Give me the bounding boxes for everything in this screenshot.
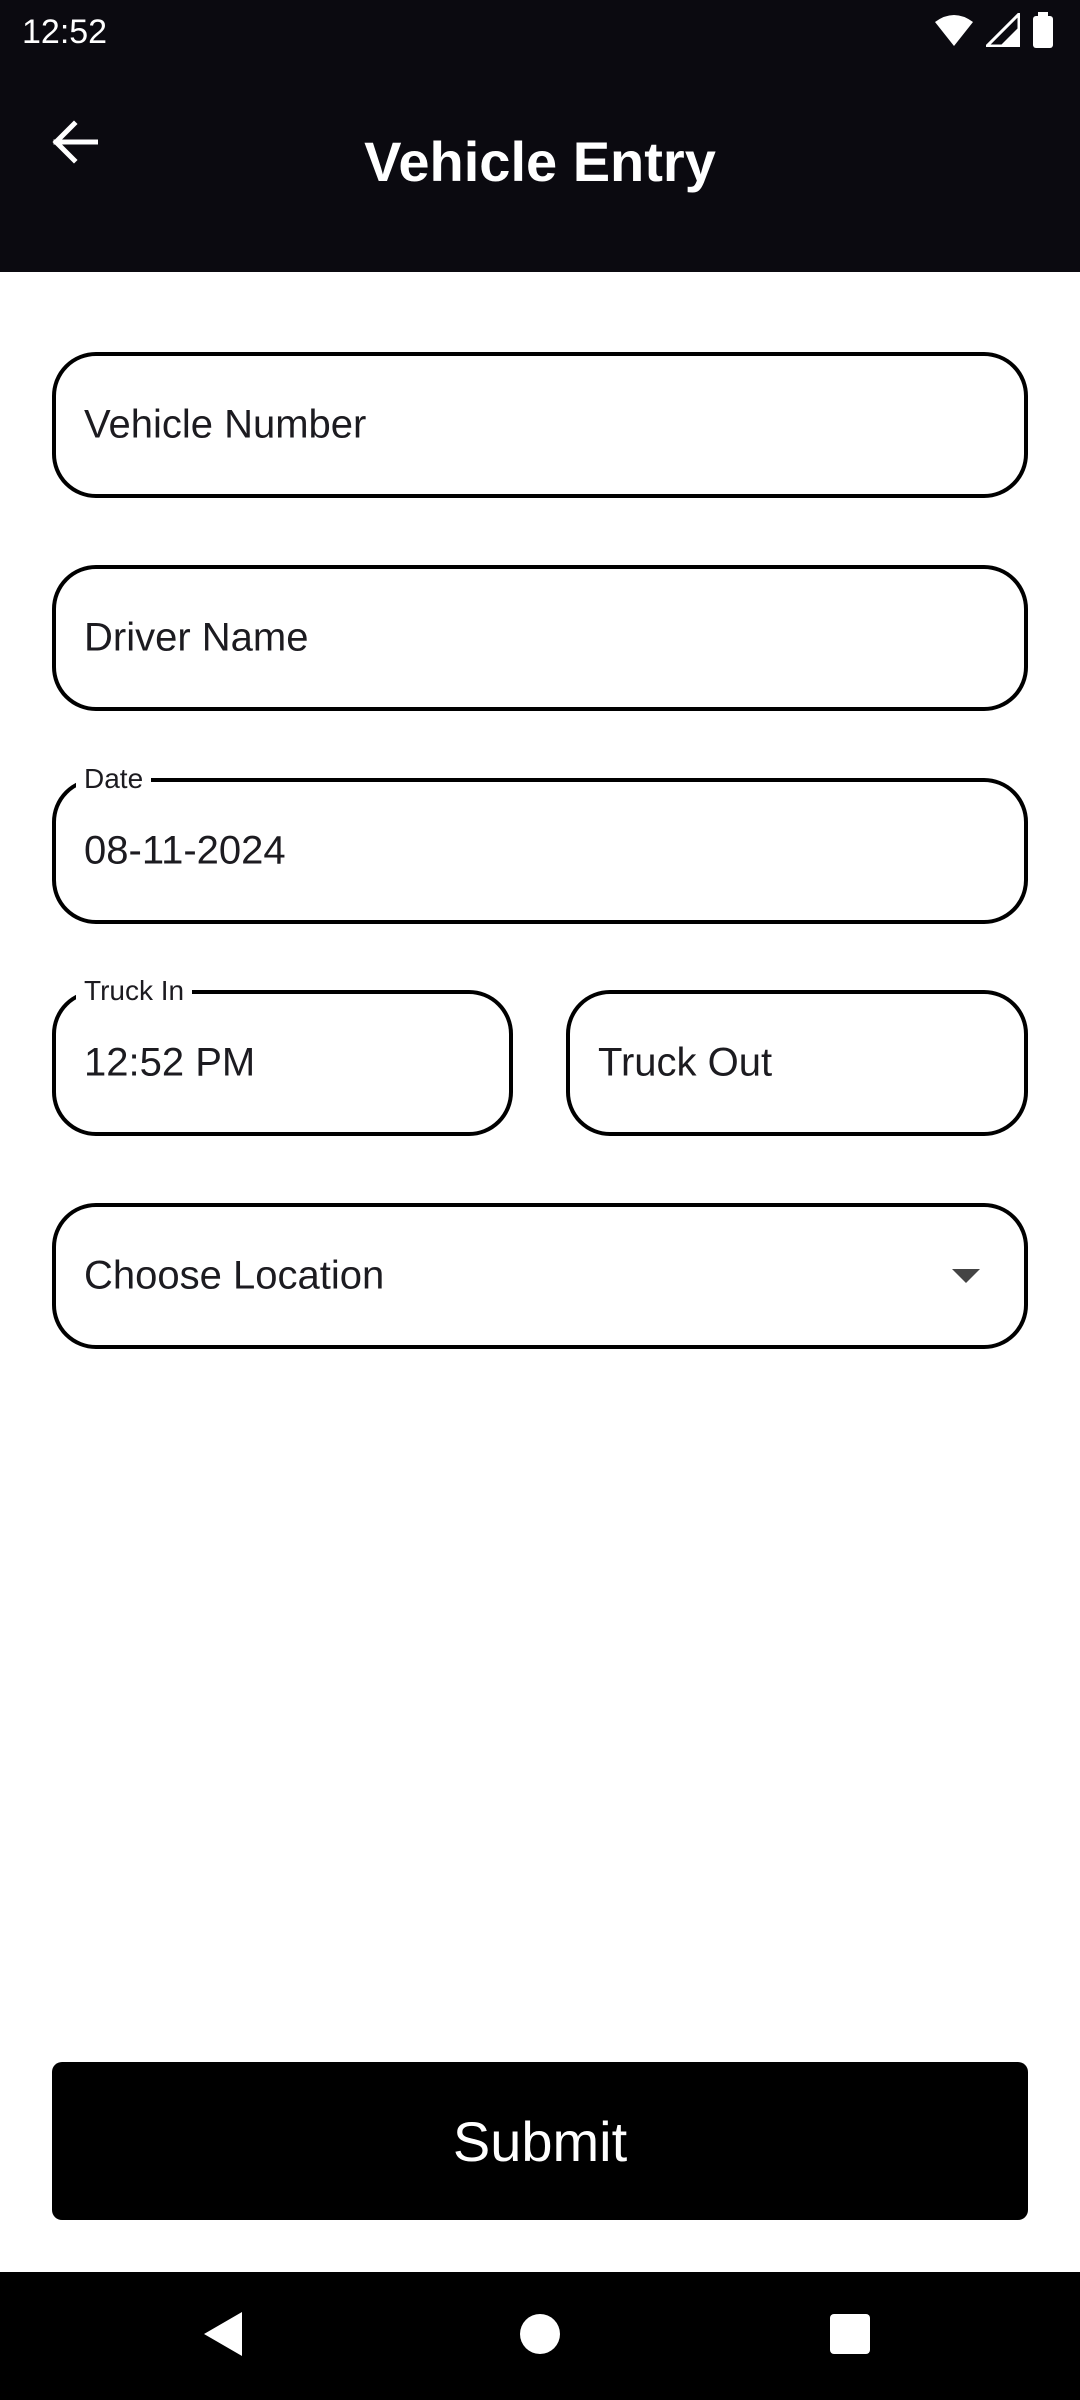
app-bar: Vehicle Entry bbox=[0, 64, 1080, 272]
battery-icon bbox=[1032, 11, 1054, 53]
location-dropdown[interactable]: Choose Location bbox=[52, 1203, 1028, 1349]
status-icons bbox=[934, 9, 1054, 53]
driver-name-placeholder: Driver Name bbox=[84, 615, 309, 660]
signal-icon bbox=[983, 9, 1021, 52]
vehicle-number-placeholder: Vehicle Number bbox=[84, 402, 367, 447]
nav-home-icon[interactable] bbox=[520, 2314, 560, 2354]
date-label: Date bbox=[76, 764, 152, 794]
location-placeholder: Choose Location bbox=[84, 1253, 385, 1298]
nav-back-icon[interactable] bbox=[204, 2312, 242, 2356]
truck-in-field[interactable]: Truck In 12:52 PM bbox=[52, 976, 513, 1136]
truck-out-placeholder: Truck Out bbox=[598, 1040, 773, 1085]
system-nav-bar bbox=[0, 2272, 1080, 2400]
driver-name-field[interactable]: Driver Name bbox=[52, 565, 1028, 711]
status-bar: 12:52 bbox=[0, 0, 1080, 64]
truck-out-field[interactable]: Truck Out bbox=[566, 990, 1028, 1136]
status-time: 12:52 bbox=[22, 13, 108, 51]
vehicle-number-field[interactable]: Vehicle Number bbox=[52, 352, 1028, 498]
nav-recents-icon[interactable] bbox=[830, 2314, 870, 2354]
page-title: Vehicle Entry bbox=[364, 130, 716, 193]
truck-in-value: 12:52 PM bbox=[84, 1040, 256, 1085]
wifi-icon bbox=[934, 13, 974, 52]
date-field[interactable]: Date 08-11-2024 bbox=[52, 764, 1028, 924]
submit-button[interactable]: Submit bbox=[52, 2062, 1028, 2220]
truck-in-label: Truck In bbox=[76, 976, 193, 1006]
date-value: 08-11-2024 bbox=[84, 828, 286, 873]
dropdown-arrow-icon bbox=[952, 1269, 980, 1283]
